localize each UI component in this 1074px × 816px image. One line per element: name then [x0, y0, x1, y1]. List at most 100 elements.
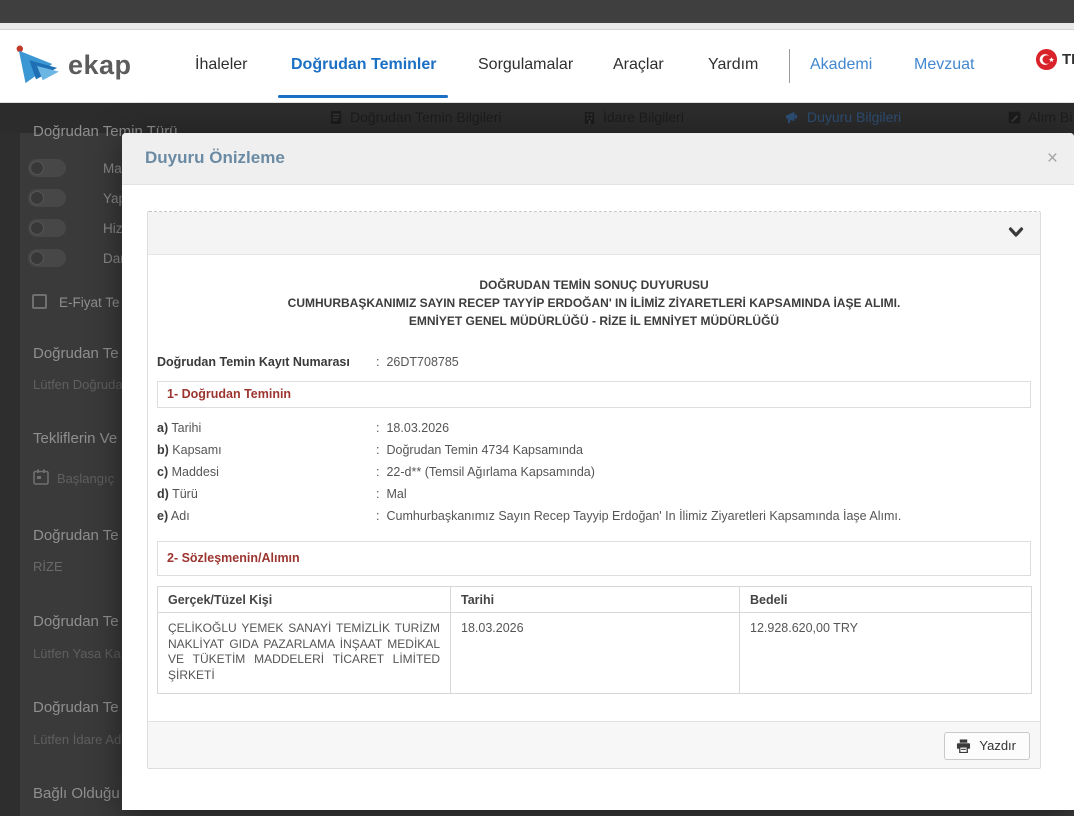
nav-item-akademi[interactable]: Akademi [810, 56, 872, 74]
item-label: Tarihi [171, 421, 202, 435]
colon: : [376, 421, 380, 435]
modal-body: DOĞRUDAN TEMİN SONUÇ DUYURUSU CUMHURBAŞK… [122, 185, 1074, 769]
tab-label: Duyuru Bilgileri [807, 109, 902, 125]
panel-header [148, 212, 1040, 255]
sidebar-selected-province[interactable]: RİZE [33, 559, 63, 574]
megaphone-icon [786, 111, 798, 123]
col-header-tarih: Tarihi [450, 586, 740, 613]
toggle-knob [30, 251, 44, 265]
building-icon [584, 111, 595, 124]
record-number-value: 26DT708785 [386, 355, 459, 369]
announcement-document: DOĞRUDAN TEMİN SONUÇ DUYURUSU CUMHURBAŞK… [148, 255, 1040, 694]
cell-kisi: ÇELİKOĞLU YEMEK SANAYİ TEMİZLİK TURİZM N… [157, 612, 451, 694]
item-label: Maddesi [171, 465, 219, 479]
item-label: Kapsamı [172, 443, 222, 457]
record-number-label: Doğrudan Temin Kayıt Numarası [157, 355, 350, 369]
tab-alim-bilgileri[interactable]: Alım Bi [1008, 109, 1072, 125]
modal-header: Duyuru Önizleme × [122, 133, 1074, 185]
tab-duyuru-bilgileri[interactable]: Duyuru Bilgileri [785, 109, 901, 125]
top-sub-strip [0, 23, 1074, 30]
tab-dogrudan-temin-bilgileri[interactable]: Doğrudan Temin Bilgileri [330, 109, 501, 125]
edit-icon [1008, 111, 1021, 123]
contract-table: Gerçek/Tüzel Kişi Tarihi Bedeli ÇELİKOĞL… [157, 586, 1032, 694]
checkbox-label-e-fiyat: E-Fiyat Te [59, 295, 120, 310]
close-icon[interactable]: × [1043, 145, 1062, 172]
item-value: Doğrudan Temin 4734 Kapsamında [386, 443, 583, 457]
item-key: c) [157, 465, 169, 479]
printer-icon [957, 738, 971, 753]
colon: : [376, 509, 380, 523]
modal-title: Duyuru Önizleme [145, 148, 285, 167]
main-navbar: ekap İhaleler Doğrudan Teminler Sorgulam… [0, 30, 1074, 103]
nav-item-sorgulamalar[interactable]: Sorgulamalar [478, 56, 573, 74]
language-label: TR [1062, 51, 1074, 68]
sidebar-heading: Tekliflerin Ve [33, 430, 118, 447]
item-key: b) [157, 443, 169, 457]
toggle-mal[interactable] [28, 159, 66, 177]
section1-header: 1- Doğrudan Teminin [157, 381, 1031, 408]
toggle-knob [30, 221, 44, 235]
nav-item-dogrudan-teminler[interactable]: Doğrudan Teminler [291, 56, 437, 74]
sidebar-input-placeholder[interactable]: Lütfen Doğruda [33, 377, 123, 392]
sidebar-input-placeholder[interactable]: Lütfen İdare Ad [33, 732, 121, 747]
item-value: Mal [386, 487, 407, 501]
table-header-row: Gerçek/Tüzel Kişi Tarihi Bedeli [157, 586, 1032, 613]
document-icon [330, 110, 342, 124]
tab-idare-bilgileri[interactable]: İdare Bilgileri [583, 109, 684, 125]
item-key: d) [157, 487, 169, 501]
sidebar-input-placeholder[interactable]: Lütfen Yasa Ka [33, 646, 121, 661]
toggle-danismanlik[interactable] [28, 249, 66, 267]
tab-label: İdare Bilgileri [603, 109, 684, 125]
nav-item-mevzuat[interactable]: Mevzuat [914, 56, 974, 74]
item-label: Türü [172, 487, 198, 501]
nav-item-ihaleler[interactable]: İhaleler [195, 56, 247, 74]
sidebar-heading: Doğrudan Te [33, 699, 119, 716]
toggle-yapim[interactable] [28, 189, 66, 207]
table-row: ÇELİKOĞLU YEMEK SANAYİ TEMİZLİK TURİZM N… [157, 612, 1032, 694]
toggle-label-mal: Ma [103, 161, 122, 176]
tab-label: Alım Bi [1028, 109, 1073, 125]
toggle-knob [30, 161, 44, 175]
sidebar-heading: Doğrudan Te [33, 345, 119, 362]
sidebar-heading: Doğrudan Te [33, 613, 119, 630]
colon: : [376, 355, 380, 369]
sidebar-heading: Bağlı Olduğu [33, 785, 120, 802]
section1-list: a) Tarihi:18.03.2026 b) Kapsamı: Doğrudan… [157, 417, 1031, 527]
ekap-page: ekap İhaleler Doğrudan Teminler Sorgulam… [0, 0, 1074, 816]
checkbox-e-fiyat[interactable] [32, 294, 47, 309]
active-tab-underline [278, 95, 448, 98]
list-item-e: e) Adı: Cumhurbaşkanımız Sayın Recep Tayy… [157, 505, 1031, 527]
brand[interactable]: ekap [14, 44, 132, 86]
tab-label: Doğrudan Temin Bilgileri [350, 109, 502, 125]
cell-bedel: 12.928.620,00 TRY [739, 612, 1032, 694]
list-item-a: a) Tarihi:18.03.2026 [157, 417, 1031, 439]
toggle-hizmet[interactable] [28, 219, 66, 237]
print-button-label: Yazdır [979, 738, 1016, 753]
colon: : [376, 487, 380, 501]
list-item-c: c) Maddesi:22-d** (Temsil Ağırlama Kapsa… [157, 461, 1031, 483]
item-value: 18.03.2026 [386, 421, 450, 435]
turkish-flag-icon [1035, 48, 1058, 71]
document-title-line1: DOĞRUDAN TEMİN SONUÇ DUYURUSU [479, 278, 709, 292]
item-key: a) [157, 421, 169, 435]
chevron-down-icon[interactable] [1008, 226, 1024, 239]
nav-item-yardim[interactable]: Yardım [708, 56, 758, 74]
section2-header: 2- Sözleşmenin/Alımın [157, 541, 1031, 576]
item-label: Adı [170, 509, 190, 523]
print-button[interactable]: Yazdır [944, 732, 1030, 760]
top-dark-strip [0, 0, 1074, 23]
sidebar-date-start[interactable]: Başlangıç [57, 471, 114, 486]
nav-item-araclar[interactable]: Araçlar [613, 56, 664, 74]
item-value: 22-d** (Temsil Ağırlama Kapsamında) [386, 465, 595, 479]
item-value: Cumhurbaşkanımız Sayın Recep Tayyip Erdo… [386, 509, 902, 523]
calendar-icon [33, 469, 49, 485]
ekap-logo-icon [16, 45, 59, 84]
brand-name: ekap [68, 49, 132, 80]
colon: : [376, 443, 380, 457]
col-header-bedel: Bedeli [739, 586, 1032, 613]
document-title-line3: EMNİYET GENEL MÜDÜRLÜĞÜ - RİZE İL EMNİYE… [408, 314, 780, 328]
col-header-kisi: Gerçek/Tüzel Kişi [157, 586, 451, 613]
sidebar-heading: Doğrudan Te [33, 527, 119, 544]
list-item-d: d) Türü: Mal [157, 483, 1031, 505]
language-selector[interactable]: TR [1035, 48, 1074, 71]
